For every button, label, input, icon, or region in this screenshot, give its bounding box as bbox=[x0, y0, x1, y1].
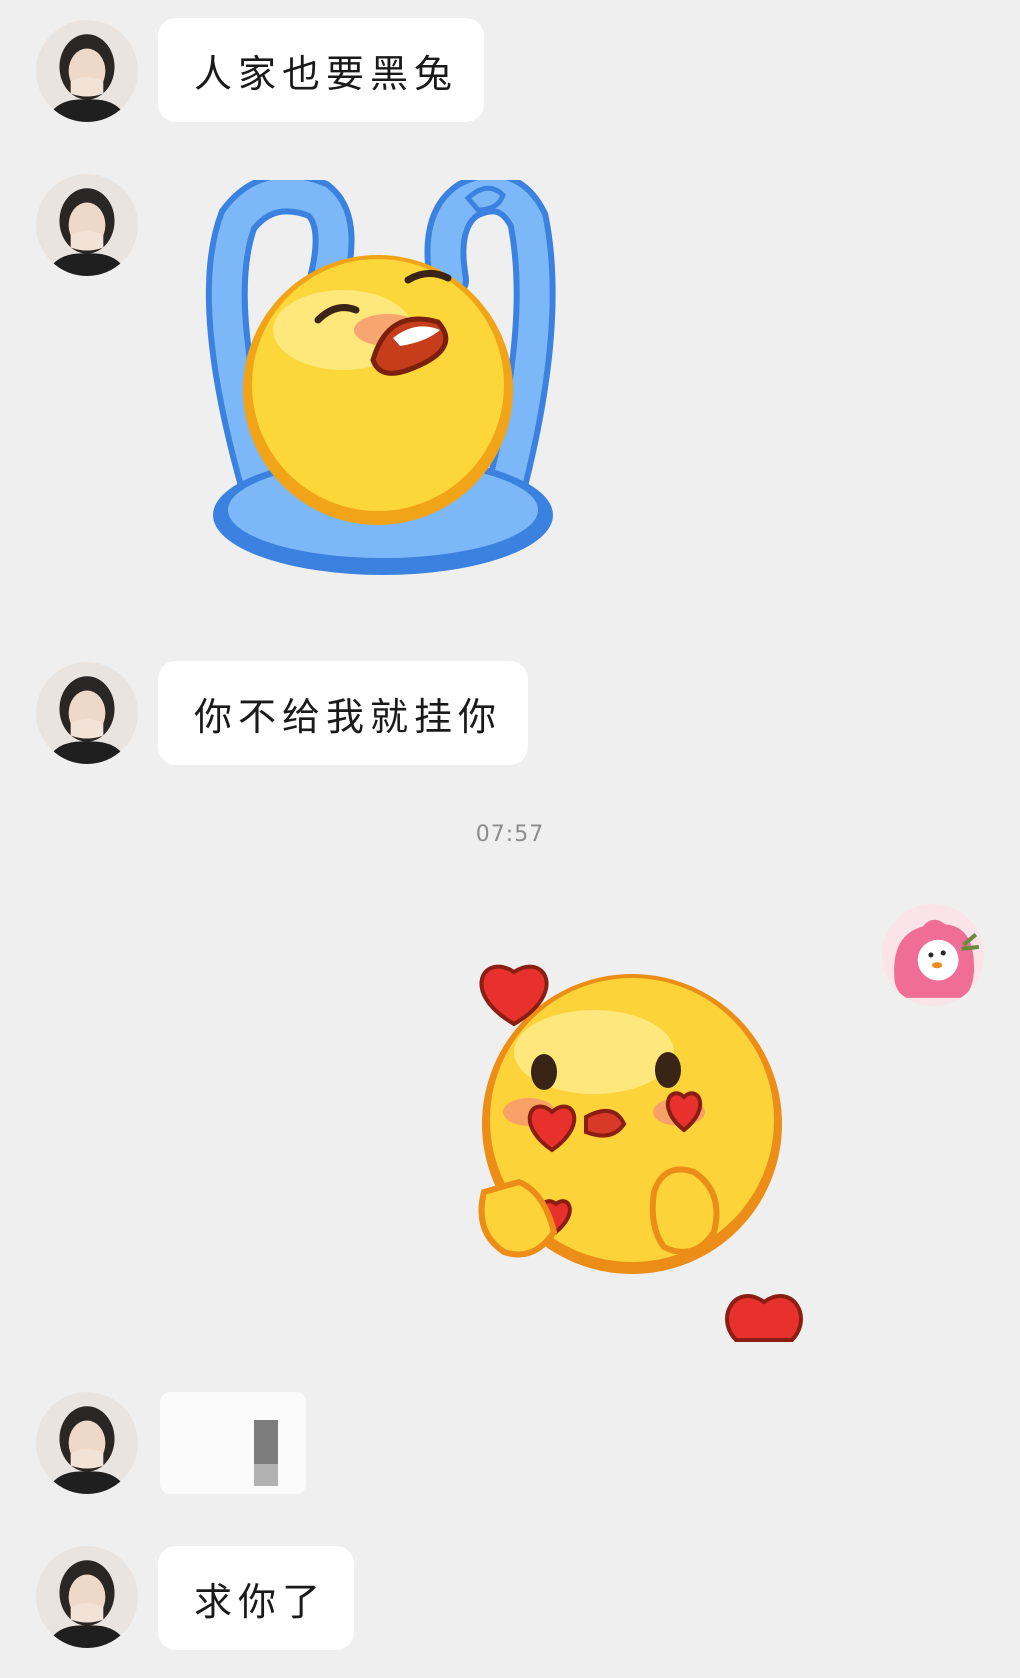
contact-avatar[interactable] bbox=[36, 174, 138, 276]
crying-bunny-sticker[interactable] bbox=[168, 180, 588, 590]
message-text: 求你了 bbox=[194, 1579, 327, 1624]
redacted-message-bubble[interactable] bbox=[160, 1392, 306, 1494]
contact-avatar[interactable] bbox=[36, 1546, 138, 1648]
message-bubble[interactable]: 人家也要黑兔 bbox=[158, 18, 484, 122]
contact-avatar[interactable] bbox=[36, 1392, 138, 1494]
redacted-block bbox=[254, 1420, 278, 1464]
my-avatar[interactable] bbox=[882, 904, 984, 1006]
redacted-block bbox=[254, 1464, 278, 1486]
chat-conversation: 人家也要黑兔 你不给我就挂你 07:57 求你了 bbox=[0, 0, 1020, 1678]
contact-avatar[interactable] bbox=[36, 662, 138, 764]
message-text: 你不给我就挂你 bbox=[194, 694, 503, 739]
message-text: 人家也要黑兔 bbox=[194, 51, 459, 96]
heart-kiss-sticker[interactable] bbox=[474, 962, 834, 1342]
message-bubble[interactable]: 你不给我就挂你 bbox=[158, 661, 528, 765]
message-timestamp: 07:57 bbox=[475, 822, 545, 847]
contact-avatar[interactable] bbox=[36, 20, 138, 122]
message-bubble[interactable]: 求你了 bbox=[158, 1546, 354, 1650]
